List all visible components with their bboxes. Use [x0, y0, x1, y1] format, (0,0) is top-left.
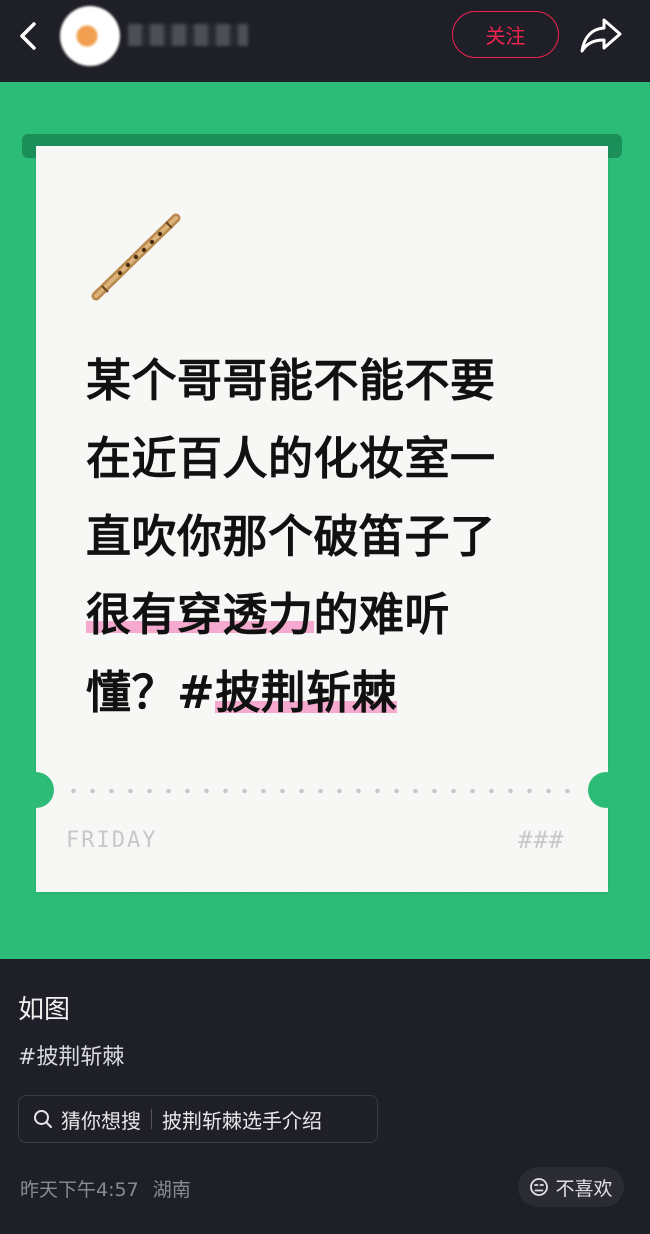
dislike-label: 不喜欢 [555, 1177, 613, 1200]
follow-button[interactable]: 关注 [452, 11, 559, 58]
back-arrow-icon [20, 22, 36, 50]
search-suggestion-query: 披荆斩棘选手介绍 [162, 1108, 322, 1133]
ticket-notch-right [588, 772, 624, 808]
search-suggestion-label: 猜你想搜 [61, 1108, 141, 1133]
dislike-face-icon [530, 1178, 549, 1196]
card-hash-mark: ### [518, 826, 565, 854]
card-text-line: 很有穿透力的难听 [86, 576, 586, 654]
line-suffix: 的难听 [313, 588, 451, 641]
ticket-notch-left [18, 772, 54, 808]
card-text-line: 某个哥哥能不能不要 [86, 354, 496, 407]
share-button[interactable] [578, 14, 624, 56]
author-avatar[interactable] [60, 6, 120, 66]
card-text-line: 懂？#披荆斩棘 [86, 654, 586, 732]
post-location: 湖南 [152, 1179, 191, 1201]
card-text-line: 在近百人的化妆室一 [86, 432, 496, 485]
author-name-blurred[interactable] [128, 24, 248, 46]
highlighted-hashtag: 披荆斩棘 [215, 666, 398, 719]
dotted-divider [64, 784, 580, 798]
divider [151, 1109, 152, 1129]
share-arrow-icon [580, 18, 622, 53]
post-image[interactable]: 某个哥哥能不能不要 在近百人的化妆室一 直吹你那个破笛子了 很有穿透力的难听 懂… [0, 82, 650, 959]
card-text-line: 直吹你那个破笛子了 [86, 510, 496, 563]
line-prefix: 懂？# [86, 666, 216, 719]
dislike-button[interactable]: 不喜欢 [518, 1167, 624, 1207]
ticket-scalloped-edge [36, 876, 608, 908]
post-timestamp: 昨天下午4:57 [20, 1179, 139, 1201]
top-bar: 关注 [0, 0, 650, 82]
search-suggestion[interactable]: 猜你想搜 披荆斩棘选手介绍 [18, 1095, 378, 1143]
post-caption: 如图 [18, 995, 71, 1025]
flute-icon [91, 213, 181, 301]
card-day-label: FRIDAY [66, 828, 158, 853]
search-icon [34, 1110, 52, 1128]
post-meta: 昨天下午4:57 湖南 [20, 1175, 191, 1202]
back-button[interactable] [10, 16, 46, 56]
card-main-text: 某个哥哥能不能不要 在近百人的化妆室一 直吹你那个破笛子了 很有穿透力的难听 懂… [86, 342, 586, 732]
post-hashtag[interactable]: #披荆斩棘 [18, 1039, 124, 1071]
highlighted-phrase: 很有穿透力 [86, 588, 314, 641]
post-details: 如图 #披荆斩棘 猜你想搜 披荆斩棘选手介绍 昨天下午4:57 湖南 不喜欢 [0, 959, 650, 1234]
